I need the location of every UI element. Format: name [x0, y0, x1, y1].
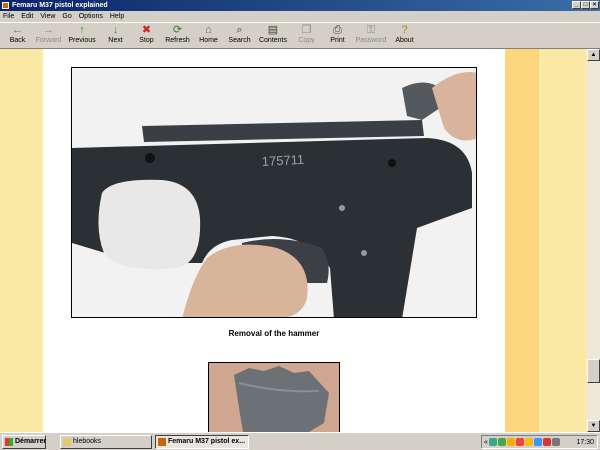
- task-label: Femaru M37 pistol ex...: [168, 438, 246, 445]
- toolbar-label: Back: [9, 37, 26, 44]
- folder-icon: [63, 438, 71, 446]
- toolbar-search-button[interactable]: ⌕ Search: [224, 23, 255, 49]
- toolbar-next-button[interactable]: ↓ Next: [100, 23, 131, 49]
- toolbar-back-button[interactable]: ← Back: [2, 23, 33, 49]
- forward-icon: →: [43, 24, 54, 36]
- contents-icon: ▤: [267, 24, 279, 36]
- toolbar-label: Search: [228, 37, 251, 44]
- scroll-up-button[interactable]: ▲: [587, 49, 600, 61]
- serial-number: 175711: [261, 152, 304, 169]
- task-label: hlebooks: [73, 438, 102, 445]
- hammer-photo: [208, 362, 340, 432]
- about-icon: ?: [401, 24, 408, 36]
- scroll-thumb[interactable]: [587, 359, 600, 383]
- stop-icon: ✖: [141, 24, 152, 36]
- help-book-icon: [158, 438, 166, 446]
- toolbar-label: Refresh: [165, 37, 190, 44]
- toolbar-contents-button[interactable]: ▤ Contents: [255, 23, 291, 49]
- windows-flag-icon: [5, 438, 13, 446]
- toolbar: ← Back → Forward ↑ Previous ↓ Next ✖ Stop ⟳ Refresh…: [0, 22, 600, 49]
- print-icon: ⎙: [333, 24, 342, 36]
- start-button[interactable]: Démarrer: [2, 435, 46, 449]
- menu-view[interactable]: View: [40, 11, 55, 22]
- menu-edit[interactable]: Edit: [21, 11, 33, 22]
- search-icon: ⌕: [236, 24, 243, 36]
- toolbar-print-button[interactable]: ⎙ Print: [322, 23, 353, 49]
- toolbar-forward-button: → Forward: [33, 23, 64, 49]
- toolbar-label: Next: [108, 37, 123, 44]
- toolbar-previous-button[interactable]: ↑ Previous: [64, 23, 100, 49]
- menu-options[interactable]: Options: [79, 11, 103, 22]
- pistol-frame-photo: 175711: [71, 67, 477, 318]
- close-button[interactable]: ×: [590, 1, 599, 9]
- toolbar-label: Copy: [298, 37, 315, 44]
- menu-help[interactable]: Help: [110, 11, 124, 22]
- toolbar-label: Password: [355, 37, 387, 44]
- minimize-button[interactable]: _: [572, 1, 581, 9]
- previous-icon: ↑: [79, 24, 85, 36]
- menu-file[interactable]: File: [3, 11, 14, 22]
- start-label: Démarrer: [15, 438, 47, 445]
- tray-app-icon[interactable]: [506, 438, 515, 446]
- toolbar-label: Previous: [68, 37, 96, 44]
- menu-bar: File Edit View Go Options Help: [0, 11, 600, 22]
- toolbar-label: Contents: [258, 37, 288, 44]
- maximize-button[interactable]: □: [581, 1, 590, 9]
- home-icon: ⌂: [205, 24, 212, 36]
- task-hlebooks[interactable]: hlebooks: [60, 435, 152, 449]
- toolbar-label: Stop: [139, 37, 154, 44]
- tray-expand-icon[interactable]: «: [484, 439, 488, 446]
- scroll-down-button[interactable]: ▼: [587, 420, 600, 432]
- content-area: 175711 Removal of the hammer: [0, 49, 587, 432]
- task-femaru[interactable]: Femaru M37 pistol ex...: [155, 435, 249, 449]
- toolbar-label: Forward: [35, 37, 62, 44]
- toolbar-home-button[interactable]: ⌂ Home: [193, 23, 224, 49]
- window-title: Femaru M37 pistol explained: [12, 2, 108, 9]
- system-tray: « 17:30: [481, 435, 598, 449]
- tray-app-icon[interactable]: [542, 438, 551, 446]
- tray-app-icon[interactable]: [497, 438, 506, 446]
- toolbar-password-button: ⚿ Password: [353, 23, 389, 49]
- password-icon: ⚿: [366, 24, 376, 36]
- toolbar-label: About: [395, 37, 414, 44]
- tray-network-icon[interactable]: [488, 438, 497, 446]
- tray-speaker-icon[interactable]: [551, 438, 560, 446]
- vertical-scrollbar[interactable]: ▲ ▼: [587, 49, 600, 432]
- page: 175711 Removal of the hammer: [43, 49, 505, 432]
- taskbar: Démarrer hlebooks Femaru M37 pistol ex..…: [0, 432, 600, 450]
- app-icon: [2, 2, 9, 9]
- menu-go[interactable]: Go: [62, 11, 71, 22]
- decorative-stripe: [505, 49, 539, 432]
- toolbar-stop-button[interactable]: ✖ Stop: [131, 23, 162, 49]
- toolbar-label: Print: [330, 37, 345, 44]
- refresh-icon: ⟳: [172, 24, 183, 36]
- clock: 17:30: [576, 438, 594, 446]
- title-bar: Femaru M37 pistol explained _ □ ×: [0, 0, 600, 11]
- toolbar-about-button[interactable]: ? About: [389, 23, 420, 49]
- toolbar-refresh-button[interactable]: ⟳ Refresh: [162, 23, 193, 49]
- toolbar-copy-button: ❐ Copy: [291, 23, 322, 49]
- tray-app-icon[interactable]: [515, 438, 524, 446]
- caption-removal-hammer: Removal of the hammer: [228, 329, 320, 338]
- toolbar-label: Home: [199, 37, 218, 44]
- decorative-margin: [539, 49, 587, 432]
- next-icon: ↓: [112, 24, 119, 36]
- tray-app-icon[interactable]: [524, 438, 533, 446]
- copy-icon: ❐: [301, 24, 312, 36]
- tray-app-icon[interactable]: [533, 438, 542, 446]
- back-icon: ←: [12, 24, 23, 36]
